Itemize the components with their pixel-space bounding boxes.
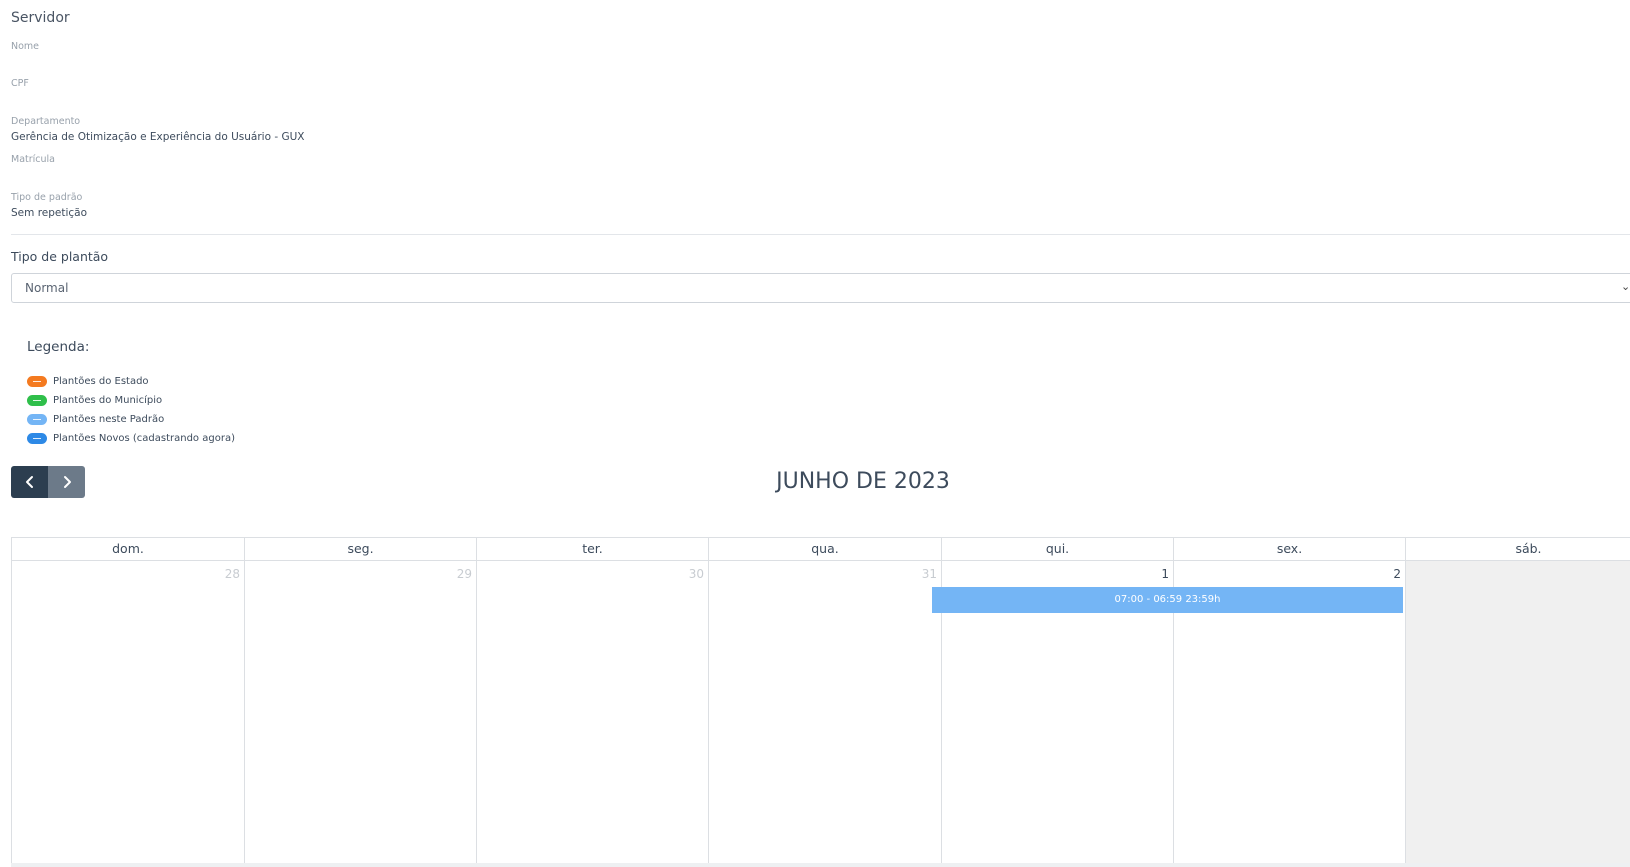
calendar-day-cell[interactable]: 31 [708, 561, 941, 867]
calendar-prev-button[interactable] [11, 466, 48, 498]
legend-swatch-estado [27, 375, 47, 387]
calendar-nav-group [11, 466, 85, 498]
legend-item-padrao: Plantões neste Padrão [27, 412, 164, 426]
field-label-cpf: CPF [11, 78, 29, 89]
calendar-next-button[interactable] [48, 466, 85, 498]
legend-item-municipio: Plantões do Município [27, 393, 162, 407]
weekday-header: ter. [476, 537, 708, 561]
calendar-day-cell[interactable]: 30 [476, 561, 708, 867]
chevron-right-icon [63, 476, 71, 488]
calendar-day-cell[interactable]: 28 [11, 561, 244, 867]
weekday-header: qui. [941, 537, 1173, 561]
calendar-title: JUNHO DE 2023 [776, 469, 950, 494]
legend-label-novos: Plantões Novos (cadastrando agora) [53, 432, 235, 444]
day-number: 31 [921, 567, 937, 581]
day-number: 30 [688, 567, 704, 581]
legend-item-estado: Plantões do Estado [27, 374, 149, 388]
calendar-day-cell[interactable]: 29 [244, 561, 476, 867]
section-title-servidor: Servidor [11, 10, 70, 26]
weekday-header: seg. [244, 537, 476, 561]
legend-swatch-novos [27, 432, 47, 444]
legend-title: Legenda: [27, 339, 90, 355]
field-label-nome: Nome [11, 41, 40, 52]
legend-item-novos: Plantões Novos (cadastrando agora) [27, 431, 235, 445]
field-label-tipo-padrao: Tipo de padrão [11, 192, 83, 203]
tipo-plantao-selected-value: Normal [25, 281, 69, 295]
day-number: 1 [1161, 567, 1169, 581]
legend-label-municipio: Plantões do Município [53, 394, 163, 406]
chevron-left-icon [25, 476, 33, 488]
tipo-plantao-label: Tipo de plantão [11, 249, 109, 264]
field-label-departamento: Departamento [11, 116, 81, 127]
calendar-bottom-edge [11, 863, 1630, 867]
calendar-day-cell[interactable] [1405, 561, 1630, 867]
weekday-header: qua. [708, 537, 941, 561]
tipo-plantao-select[interactable]: Normal ⌄ [11, 273, 1630, 303]
weekday-header: dom. [11, 537, 244, 561]
legend-label-estado: Plantões do Estado [53, 375, 149, 387]
plantao-form-page: Servidor Nome CPF Departamento Gerência … [0, 0, 1630, 867]
weekday-header: sex. [1173, 537, 1405, 561]
legend-swatch-municipio [27, 394, 47, 406]
day-number: 28 [224, 567, 240, 581]
legend-label-padrao: Plantões neste Padrão [53, 413, 165, 425]
day-number: 2 [1393, 567, 1401, 581]
weekday-header: sáb. [1405, 537, 1630, 561]
legend-swatch-padrao [27, 413, 47, 425]
field-value-departamento: Gerência de Otimização e Experiência do … [11, 131, 305, 143]
day-number: 29 [456, 567, 472, 581]
field-value-tipo-padrao: Sem repetição [11, 207, 88, 219]
field-label-matricula: Matrícula [11, 154, 55, 165]
chevron-down-icon: ⌄ [1621, 280, 1630, 293]
calendar-event[interactable]: 07:00 - 06:59 23:59h [932, 587, 1403, 613]
section-divider [11, 234, 1630, 235]
